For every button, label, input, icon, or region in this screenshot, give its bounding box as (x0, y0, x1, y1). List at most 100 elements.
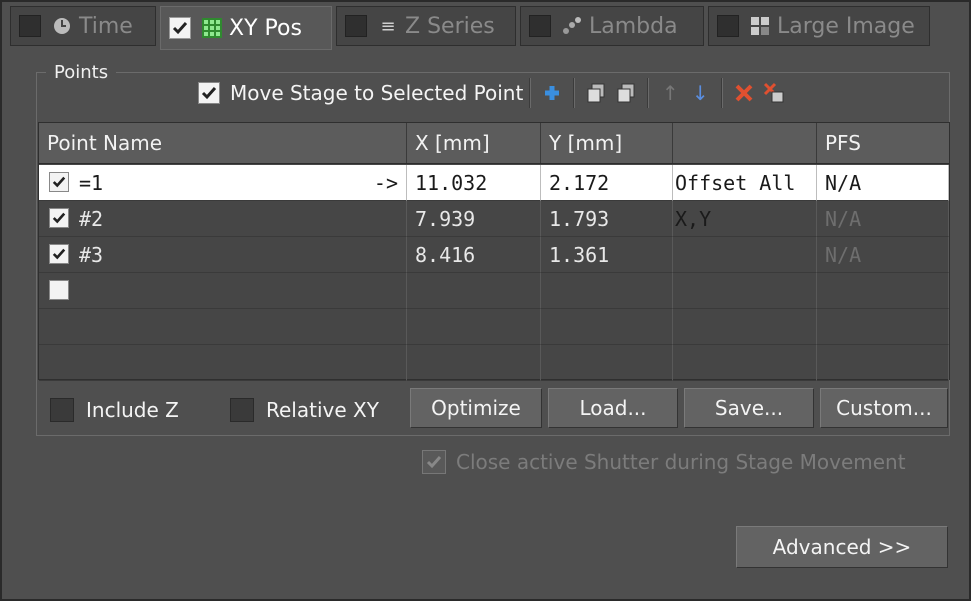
point-checkbox[interactable] (49, 172, 69, 192)
tab-z-series[interactable]: ≡ Z Series (336, 6, 516, 46)
empty-cell (817, 345, 949, 381)
stack-icon: ≡ (380, 15, 396, 37)
delete-icon[interactable] (729, 78, 759, 108)
column-header-x[interactable]: X [mm] (407, 123, 541, 163)
empty-cell (541, 345, 673, 381)
point-name: #2 (79, 207, 104, 231)
column-header-pfs[interactable]: PFS (817, 123, 949, 163)
tab-bar: Time XY Pos ≡ Z Series Lambda Large Imag… (10, 6, 930, 50)
tab-lambda[interactable]: Lambda (520, 6, 704, 46)
close-shutter-option[interactable]: Close active Shutter during Stage Moveme… (422, 450, 906, 474)
point-checkbox[interactable] (49, 208, 69, 228)
tab-time-checkbox[interactable] (19, 15, 41, 37)
tab-z-series-checkbox[interactable] (345, 15, 367, 37)
relative-xy-label: Relative XY (266, 398, 379, 422)
empty-cell (407, 309, 541, 345)
points-toolbar: Move Stage to Selected Point ↑ ↓ (198, 78, 789, 108)
offset-cell[interactable] (673, 201, 817, 237)
table-header: Point Name X [mm] Y [mm] PFS (39, 123, 949, 164)
tab-xy-pos-checkbox[interactable] (169, 17, 191, 39)
tab-lambda-checkbox[interactable] (529, 15, 551, 37)
offset-cell[interactable]: Offset All X,Y (673, 165, 817, 231)
y-cell[interactable]: 1.793 (541, 201, 673, 237)
move-up-icon[interactable]: ↑ (655, 78, 685, 108)
include-z-option[interactable]: Include Z (50, 398, 179, 422)
y-cell[interactable]: 2.172 (541, 165, 673, 201)
offset-cell[interactable] (673, 237, 817, 273)
move-stage-label: Move Stage to Selected Point (230, 81, 524, 105)
close-shutter-checkbox[interactable] (422, 450, 446, 474)
points-options: Include Z Relative XY Optimize Load... S… (38, 386, 950, 434)
toolbar-separator (573, 78, 576, 108)
delete-all-icon[interactable] (759, 78, 789, 108)
y-cell[interactable]: 1.361 (541, 237, 673, 273)
table-row (39, 345, 949, 381)
relative-xy-option[interactable]: Relative XY (230, 398, 379, 422)
empty-cell (673, 309, 817, 345)
tab-xy-pos-label: XY Pos (229, 15, 302, 41)
tab-z-series-label: Z Series (405, 13, 495, 39)
table-row[interactable]: #3 8.416 1.361 N/A (39, 237, 949, 273)
tiles-icon (749, 15, 771, 37)
lambda-icon (561, 15, 583, 37)
pfs-cell[interactable]: N/A (817, 237, 949, 273)
empty-cell (39, 309, 407, 345)
pfs-cell[interactable]: N/A (817, 165, 949, 201)
tab-time[interactable]: Time (10, 6, 156, 46)
grid-icon (201, 17, 223, 39)
y-cell[interactable] (541, 273, 673, 309)
empty-cell (817, 309, 949, 345)
tab-lambda-label: Lambda (589, 13, 678, 39)
relative-xy-checkbox[interactable] (230, 398, 254, 422)
table-row[interactable] (39, 273, 949, 309)
column-header-y[interactable]: Y [mm] (541, 123, 673, 163)
point-checkbox[interactable] (49, 280, 69, 300)
tab-time-label: Time (79, 13, 133, 39)
copy-icon[interactable] (581, 78, 611, 108)
paste-icon[interactable] (611, 78, 641, 108)
points-table: Point Name X [mm] Y [mm] PFS =1 -> 11.03… (38, 122, 950, 381)
point-name: #3 (79, 243, 104, 267)
move-stage-checkbox[interactable] (198, 82, 220, 104)
include-z-checkbox[interactable] (50, 398, 74, 422)
tab-large-image-checkbox[interactable] (717, 15, 739, 37)
move-down-icon[interactable]: ↓ (685, 78, 715, 108)
x-cell[interactable]: 8.416 (407, 237, 541, 273)
tab-xy-pos[interactable]: XY Pos (160, 6, 332, 50)
x-cell[interactable]: 7.939 (407, 201, 541, 237)
custom-button[interactable]: Custom... (820, 388, 948, 428)
pfs-cell[interactable]: N/A (817, 201, 949, 237)
current-point-arrow: -> (373, 171, 398, 195)
x-cell[interactable]: 11.032 (407, 165, 541, 201)
close-shutter-label: Close active Shutter during Stage Moveme… (456, 450, 906, 474)
tab-large-image-label: Large Image (777, 13, 915, 39)
point-checkbox[interactable] (49, 244, 69, 264)
pfs-cell[interactable] (817, 273, 949, 309)
table-row[interactable]: =1 -> 11.032 2.172 Offset All X,Y N/A (39, 165, 949, 231)
add-point-icon[interactable] (537, 78, 567, 108)
save-button[interactable]: Save... (684, 388, 814, 428)
point-name: =1 (79, 171, 104, 195)
clock-icon (51, 15, 73, 37)
advanced-button[interactable]: Advanced >> (736, 526, 948, 568)
empty-cell (541, 309, 673, 345)
point-name-cell[interactable] (39, 273, 407, 309)
optimize-button[interactable]: Optimize (410, 388, 542, 428)
table-row (39, 309, 949, 345)
xy-pos-panel: Time XY Pos ≡ Z Series Lambda Large Imag… (0, 0, 971, 601)
offset-cell[interactable] (673, 273, 817, 309)
x-cell[interactable] (407, 273, 541, 309)
point-name-cell[interactable]: #2 (39, 201, 407, 237)
load-button[interactable]: Load... (548, 388, 678, 428)
tab-large-image[interactable]: Large Image (708, 6, 930, 46)
column-header-point-name[interactable]: Point Name (39, 123, 407, 163)
empty-cell (407, 345, 541, 381)
toolbar-separator (721, 78, 724, 108)
toolbar-separator (647, 78, 650, 108)
table-row[interactable]: #2 7.939 1.793 N/A (39, 201, 949, 237)
points-group-label: Points (46, 62, 117, 83)
column-header-offset[interactable] (673, 123, 817, 163)
empty-cell (39, 345, 407, 381)
point-name-cell[interactable]: =1 -> (39, 165, 407, 201)
point-name-cell[interactable]: #3 (39, 237, 407, 273)
